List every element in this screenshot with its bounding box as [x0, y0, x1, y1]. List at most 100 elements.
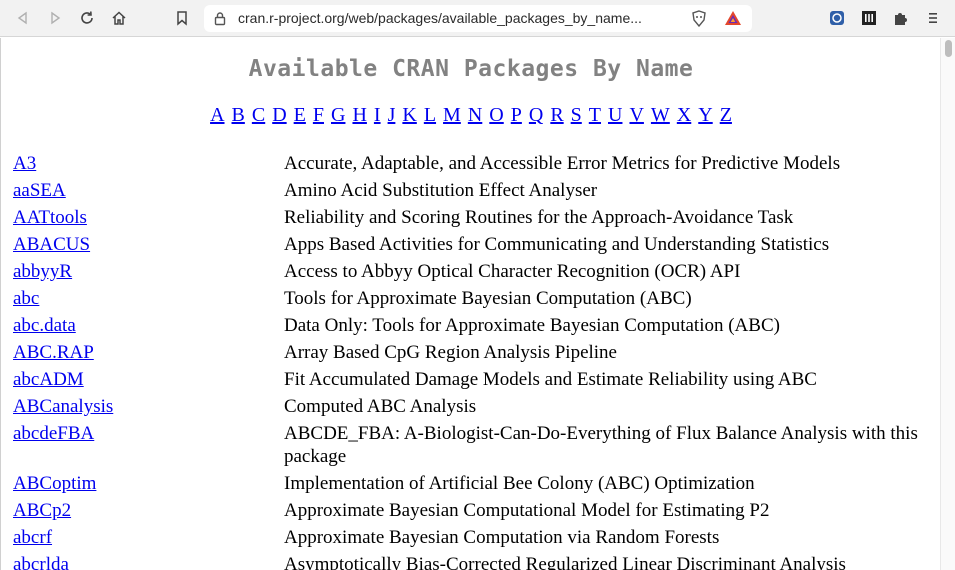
- forward-arrow-icon: [51, 11, 61, 25]
- package-description: Tools for Approximate Bayesian Computati…: [284, 288, 692, 309]
- back-arrow-icon: [17, 11, 27, 25]
- letter-link-j[interactable]: J: [388, 104, 396, 126]
- package-description: Approximate Bayesian Computation via Ran…: [284, 527, 720, 548]
- letter-link-o[interactable]: O: [489, 104, 503, 126]
- package-name-cell: abcADM: [10, 368, 284, 395]
- browser-toolbar: cran.r-project.org/web/packages/availabl…: [0, 0, 955, 37]
- package-description: Array Based CpG Region Analysis Pipeline: [284, 342, 617, 363]
- letter-link-q[interactable]: Q: [529, 104, 543, 126]
- package-link[interactable]: A3: [13, 153, 36, 174]
- brave-shield-icon[interactable]: [691, 10, 707, 27]
- extension-library-icon: [862, 11, 876, 25]
- letter-link-m[interactable]: M: [443, 104, 461, 126]
- letter-link-k[interactable]: K: [402, 104, 416, 126]
- package-description: ABCDE_FBA: A-Biologist-Can-Do-Everything…: [284, 423, 918, 467]
- menu-button[interactable]: [922, 7, 944, 29]
- letter-link-v[interactable]: V: [629, 104, 643, 126]
- package-link[interactable]: abbyyR: [13, 261, 72, 282]
- table-row: abc Tools for Approximate Bayesian Comput…: [10, 287, 931, 314]
- table-row: ABCanalysis Computed ABC Analysis: [10, 395, 931, 422]
- package-link[interactable]: ABCoptim: [13, 473, 96, 494]
- extensions-button[interactable]: [890, 7, 912, 29]
- extension-blue-icon: [830, 11, 844, 25]
- package-name-cell: abcdeFBA: [10, 422, 284, 472]
- letter-link-h[interactable]: H: [352, 104, 366, 126]
- table-row: abbyyR Access to Abbyy Optical Character …: [10, 260, 931, 287]
- letter-link-s[interactable]: S: [571, 104, 582, 126]
- letter-link-c[interactable]: C: [252, 104, 265, 126]
- package-name-cell: ABC.RAP: [10, 341, 284, 368]
- package-link[interactable]: ABCp2: [13, 500, 71, 521]
- reload-icon: [81, 11, 93, 24]
- package-link[interactable]: abc.data: [13, 315, 76, 336]
- letter-link-r[interactable]: R: [550, 104, 563, 126]
- package-name-cell: ABACUS: [10, 233, 284, 260]
- package-name-cell: A3: [10, 152, 284, 179]
- table-row: ABC.RAP Array Based CpG Region Analysis P…: [10, 341, 931, 368]
- address-bar[interactable]: cran.r-project.org/web/packages/availabl…: [204, 5, 752, 32]
- letter-link-x[interactable]: X: [677, 104, 691, 126]
- package-link[interactable]: abcrf: [13, 527, 52, 548]
- letter-link-i[interactable]: I: [374, 104, 381, 126]
- url-text: cran.r-project.org/web/packages/availabl…: [238, 10, 642, 26]
- letter-link-w[interactable]: W: [651, 104, 670, 126]
- letter-link-l[interactable]: L: [424, 104, 436, 126]
- table-row: AATtools Reliability and Scoring Routines…: [10, 206, 931, 233]
- letter-link-u[interactable]: U: [608, 104, 622, 126]
- package-table: A3 Accurate, Adaptable, and Accessible Er…: [10, 152, 931, 570]
- letter-link-y[interactable]: Y: [698, 104, 712, 126]
- letter-link-t[interactable]: T: [589, 104, 601, 126]
- package-name-cell: abc.data: [10, 314, 284, 341]
- puzzle-icon: [895, 13, 907, 25]
- package-link[interactable]: abc: [13, 288, 39, 309]
- package-name-cell: ABCp2: [10, 499, 284, 526]
- letter-link-f[interactable]: F: [313, 104, 324, 126]
- package-link[interactable]: ABACUS: [13, 234, 90, 255]
- package-link[interactable]: AATtools: [13, 207, 87, 228]
- package-link[interactable]: abcdeFBA: [13, 423, 94, 444]
- package-link[interactable]: abcADM: [13, 369, 84, 390]
- package-link[interactable]: aaSEA: [13, 180, 66, 201]
- menu-icon: [929, 13, 937, 23]
- reload-button[interactable]: [76, 7, 98, 29]
- letter-link-b[interactable]: B: [232, 104, 245, 126]
- brave-rewards-icon[interactable]: [724, 10, 742, 27]
- home-button[interactable]: [108, 7, 130, 29]
- letter-link-a[interactable]: A: [210, 104, 224, 126]
- extension-blue-button[interactable]: [826, 7, 848, 29]
- package-description: Amino Acid Substitution Effect Analyser: [284, 180, 598, 201]
- bookmark-icon: [177, 11, 187, 26]
- letter-link-z[interactable]: Z: [720, 104, 732, 126]
- table-row: abcrlda Asymptotically Bias-Corrected Reg…: [10, 553, 931, 570]
- scrollbar-thumb[interactable]: [945, 40, 952, 57]
- back-button[interactable]: [12, 7, 34, 29]
- table-row: ABCp2 Approximate Bayesian Computational …: [10, 499, 931, 526]
- package-description: Accurate, Adaptable, and Accessible Erro…: [284, 153, 841, 174]
- page-title: Available CRAN Packages By Name: [248, 56, 694, 82]
- package-name-cell: abcrf: [10, 526, 284, 553]
- package-description: Asymptotically Bias-Corrected Regularize…: [284, 554, 846, 570]
- package-name-cell: AATtools: [10, 206, 284, 233]
- letter-link-d[interactable]: D: [272, 104, 286, 126]
- extension-library-button[interactable]: [858, 7, 880, 29]
- package-description: Access to Abbyy Optical Character Recogn…: [284, 261, 741, 282]
- letter-link-e[interactable]: E: [294, 104, 306, 126]
- package-name-cell: abc: [10, 287, 284, 314]
- package-name-cell: ABCanalysis: [10, 395, 284, 422]
- forward-button[interactable]: [44, 7, 66, 29]
- package-description: Reliability and Scoring Routines for the…: [284, 207, 794, 228]
- package-link[interactable]: ABCanalysis: [13, 396, 113, 417]
- package-name-cell: abcrlda: [10, 553, 284, 570]
- bookmark-button[interactable]: [171, 7, 193, 29]
- package-description: Apps Based Activities for Communicating …: [284, 234, 830, 255]
- package-link[interactable]: ABC.RAP: [13, 342, 94, 363]
- letter-link-p[interactable]: P: [511, 104, 522, 126]
- letter-link-g[interactable]: G: [331, 104, 345, 126]
- package-description: Data Only: Tools for Approximate Bayesia…: [284, 315, 780, 336]
- lock-icon: [214, 12, 226, 26]
- package-link[interactable]: abcrlda: [13, 554, 69, 570]
- table-row: abcADM Fit Accumulated Damage Models and …: [10, 368, 931, 395]
- letter-link-n[interactable]: N: [468, 104, 482, 126]
- package-description: Implementation of Artificial Bee Colony …: [284, 473, 755, 494]
- vertical-scrollbar[interactable]: [940, 38, 955, 570]
